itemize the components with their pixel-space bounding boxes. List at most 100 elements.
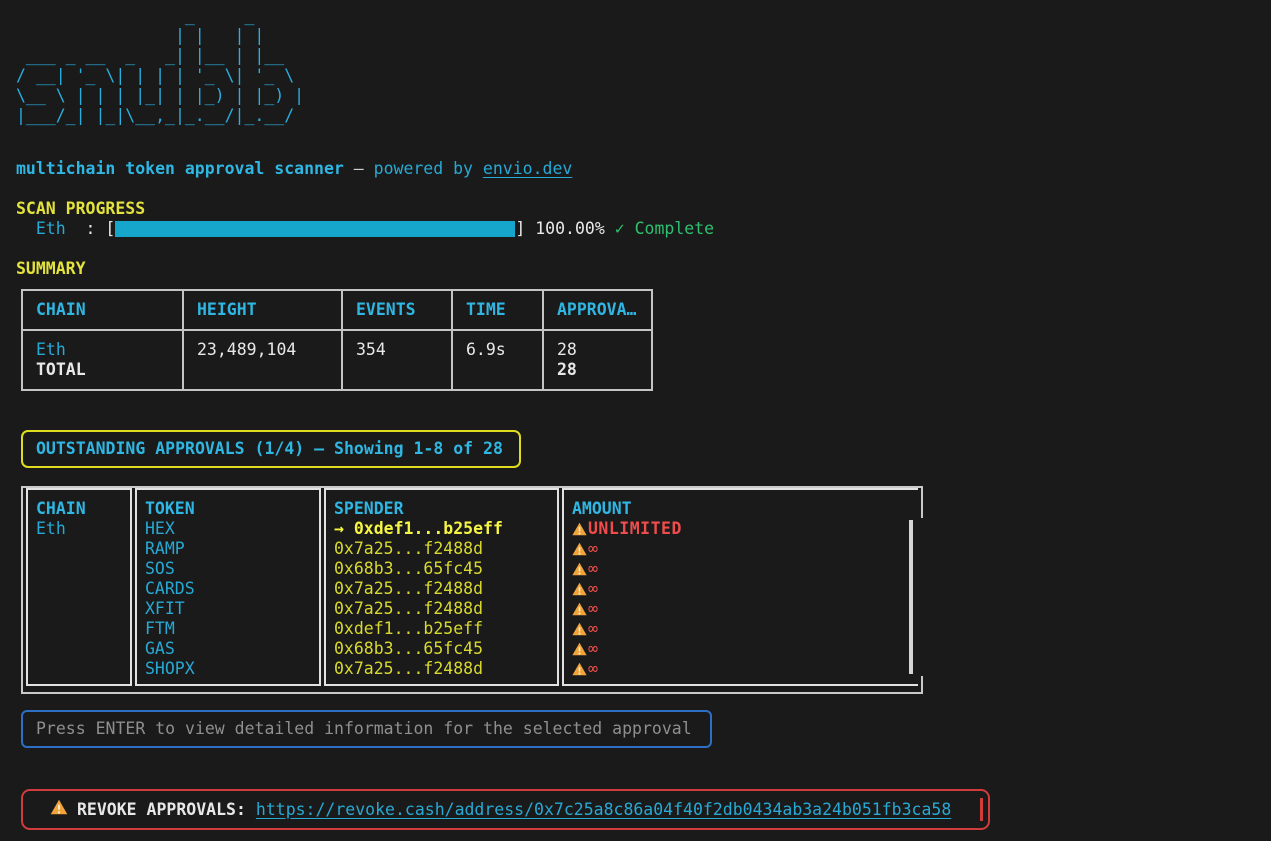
- approval-row-token[interactable]: RAMP: [145, 539, 311, 559]
- progress-status: Complete: [625, 219, 714, 239]
- approvals-token-column: TOKEN HEXRAMPSOSCARDSXFITFTMGASSHOPX: [135, 488, 321, 686]
- warning-icon: [572, 562, 587, 576]
- approvals-spender-column: SPENDER → 0xdef1...b25eff0x7a25...f2488d…: [324, 488, 559, 686]
- progress-row: Eth : [] 100.00% ✓ Complete: [16, 219, 714, 239]
- token-rows: HEXRAMPSOSCARDSXFITFTMGASSHOPX: [145, 519, 311, 679]
- approval-row-token[interactable]: FTM: [145, 619, 311, 639]
- scan-progress-heading: SCAN PROGRESS: [16, 199, 145, 219]
- warning-icon: [572, 642, 587, 656]
- summary-col-time: TIME: [452, 290, 543, 330]
- approval-row-token[interactable]: HEX: [145, 519, 311, 539]
- progress-open-bracket: : [: [66, 219, 116, 239]
- snubb-ascii-logo: _ _ | | | | ___ _ __ _ _| |__ | |__ / __…: [16, 6, 304, 126]
- revoke-label: REVOKE APPROVALS:: [77, 800, 246, 820]
- approval-row-token[interactable]: SHOPX: [145, 659, 311, 679]
- progress-chain-label: Eth: [36, 219, 66, 239]
- subtitle-text: multichain token approval scanner: [16, 159, 344, 178]
- summary-height-cell: 23,489,104: [183, 330, 342, 390]
- progress-indent: [16, 219, 36, 239]
- summary-events-cell: 354: [342, 330, 452, 390]
- outstanding-approvals-box: OUTSTANDING APPROVALS (1/4) — Showing 1-…: [21, 430, 521, 468]
- revoke-link[interactable]: https://revoke.cash/address/0x7c25a8c86a…: [256, 800, 951, 820]
- approvals-scrollbar-thumb[interactable]: [909, 520, 913, 674]
- summary-table: CHAIN HEIGHT EVENTS TIME APPROVA… Eth TO…: [21, 289, 653, 391]
- approval-row-spender-selected[interactable]: → 0xdef1...b25eff: [334, 519, 549, 539]
- summary-chain-cell: Eth TOTAL: [22, 330, 183, 390]
- approval-row-spender[interactable]: 0x7a25...f2488d: [334, 579, 549, 599]
- spender-rows: → 0xdef1...b25eff0x7a25...f2488d0x68b3..…: [334, 519, 549, 679]
- approval-row-spender[interactable]: 0x68b3...65fc45: [334, 559, 549, 579]
- approval-row-spender[interactable]: 0xdef1...b25eff: [334, 619, 549, 639]
- summary-col-chain: CHAIN: [22, 290, 183, 330]
- summary-total-approvals: 28: [557, 360, 651, 380]
- check-icon: ✓: [615, 219, 625, 239]
- approvals-table: CHAIN Eth TOKEN HEXRAMPSOSCARDSXFITFTMGA…: [21, 486, 923, 694]
- approval-row-token[interactable]: SOS: [145, 559, 311, 579]
- revoke-approvals-box: REVOKE APPROVALS: https://revoke.cash/ad…: [21, 789, 990, 830]
- revoke-box-cursor: [980, 798, 983, 821]
- amount-value: ∞: [588, 579, 598, 599]
- amount-value: ∞: [588, 559, 598, 579]
- approval-row-amount[interactable]: ∞: [572, 559, 910, 579]
- amount-rows: UNLIMITED∞∞∞∞∞∞∞: [572, 519, 910, 679]
- approvals-col-chain-header: CHAIN: [36, 499, 122, 519]
- approvals-col-spender-header: SPENDER: [334, 499, 549, 519]
- approvals-col-amount-header: AMOUNT: [572, 499, 910, 519]
- approvals-amount-column: AMOUNT UNLIMITED∞∞∞∞∞∞∞: [562, 488, 918, 686]
- summary-header-row: CHAIN HEIGHT EVENTS TIME APPROVA…: [22, 290, 652, 330]
- approval-row-amount[interactable]: ∞: [572, 539, 910, 559]
- progress-close-bracket: ]: [515, 219, 535, 239]
- approval-row-spender[interactable]: 0x7a25...f2488d: [334, 539, 549, 559]
- envio-link[interactable]: envio.dev: [483, 159, 572, 178]
- progress-bar: [115, 221, 515, 237]
- approvals-col-token-header: TOKEN: [145, 499, 311, 519]
- approvals-chain-value: Eth: [36, 519, 122, 539]
- approval-row-spender[interactable]: 0x7a25...f2488d: [334, 599, 549, 619]
- approval-row-amount[interactable]: UNLIMITED: [572, 519, 910, 539]
- approval-row-token[interactable]: XFIT: [145, 599, 311, 619]
- amount-value: ∞: [588, 599, 598, 619]
- warning-icon: [572, 522, 587, 536]
- summary-col-events: EVENTS: [342, 290, 452, 330]
- amount-value: ∞: [588, 619, 598, 639]
- terminal-screen: _ _ | | | | ___ _ __ _ _| |__ | |__ / __…: [0, 0, 1271, 841]
- warning-icon: [572, 602, 587, 616]
- amount-value: ∞: [588, 639, 598, 659]
- warning-icon: [572, 582, 587, 596]
- summary-time-cell: 6.9s: [452, 330, 543, 390]
- amount-value: UNLIMITED: [588, 519, 682, 539]
- approval-row-amount[interactable]: ∞: [572, 619, 910, 639]
- amount-value: ∞: [588, 659, 598, 679]
- summary-data-row: Eth TOTAL 23,489,104 354 6.9s 28 28: [22, 330, 652, 390]
- approval-row-amount[interactable]: ∞: [572, 659, 910, 679]
- warning-icon: [50, 799, 68, 820]
- approvals-chain-column: CHAIN Eth: [26, 488, 132, 686]
- summary-approvals-cell: 28 28: [543, 330, 652, 390]
- approval-row-amount[interactable]: ∞: [572, 579, 910, 599]
- hint-box: Press ENTER to view detailed information…: [21, 710, 712, 748]
- approval-row-spender[interactable]: 0x7a25...f2488d: [334, 659, 549, 679]
- outstanding-approvals-heading: OUTSTANDING APPROVALS (1/4) — Showing 1-…: [36, 439, 503, 459]
- approval-row-token[interactable]: CARDS: [145, 579, 311, 599]
- warning-icon: [572, 662, 587, 676]
- approval-row-token[interactable]: GAS: [145, 639, 311, 659]
- app-subtitle: multichain token approval scanner — powe…: [16, 159, 572, 179]
- approval-row-spender[interactable]: 0x68b3...65fc45: [334, 639, 549, 659]
- warning-icon: [50, 799, 68, 815]
- scrollbar-track-gap: [921, 518, 923, 676]
- warning-icon: [572, 542, 587, 556]
- progress-percent: 100.00%: [535, 219, 614, 239]
- summary-approvals-value: 28: [557, 340, 651, 360]
- warning-icon: [572, 622, 587, 636]
- approval-row-amount[interactable]: ∞: [572, 599, 910, 619]
- summary-total-label: TOTAL: [36, 360, 182, 380]
- summary-chain-value: Eth: [36, 340, 182, 360]
- summary-col-height: HEIGHT: [183, 290, 342, 330]
- amount-value: ∞: [588, 539, 598, 559]
- approval-row-amount[interactable]: ∞: [572, 639, 910, 659]
- hint-text: Press ENTER to view detailed information…: [36, 719, 692, 739]
- powered-by-text: powered by: [374, 159, 483, 178]
- subtitle-separator: —: [344, 159, 374, 178]
- summary-heading: SUMMARY: [16, 259, 86, 279]
- summary-col-approvals: APPROVA…: [543, 290, 652, 330]
